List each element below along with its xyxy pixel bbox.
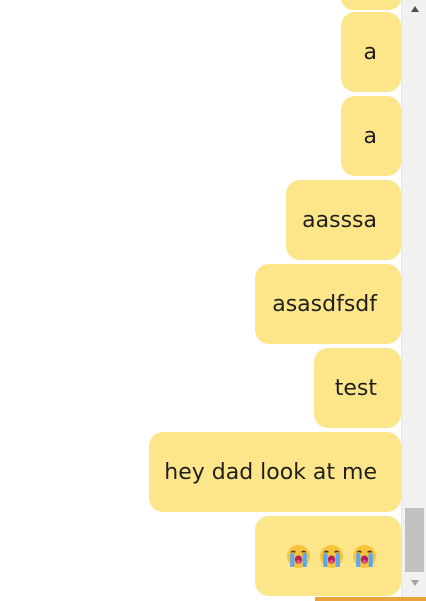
message-bubble: aasssa	[286, 180, 401, 260]
message-bubble: a	[341, 12, 401, 92]
loudly-crying-face-icon	[320, 544, 343, 568]
scroll-up-button[interactable]	[402, 0, 426, 18]
scrollbar-thumb[interactable]	[405, 508, 424, 572]
chat-viewport: a a aasssa asasdfsdf test hey dad look a…	[0, 0, 426, 601]
message-text: a	[363, 39, 377, 65]
message-bubble: a	[341, 96, 401, 176]
vertical-scrollbar[interactable]	[401, 0, 426, 601]
accent-bar	[315, 597, 426, 601]
message-bubble-partial	[341, 0, 401, 10]
message-text: aasssa	[302, 207, 377, 233]
message-text: a	[363, 123, 377, 149]
loudly-crying-face-icon	[353, 544, 376, 568]
triangle-up-icon	[410, 6, 419, 12]
scroll-down-button[interactable]	[402, 574, 426, 592]
message-bubble-emoji	[255, 516, 401, 596]
emoji-row	[286, 544, 377, 569]
message-text: test	[334, 375, 377, 401]
message-list: a a aasssa asasdfsdf test hey dad look a…	[0, 0, 401, 601]
message-text: hey dad look at me	[164, 459, 377, 485]
message-bubble: test	[314, 348, 401, 428]
message-text: asasdfsdf	[272, 291, 377, 317]
message-bubble: asasdfsdf	[255, 264, 401, 344]
message-bubble: hey dad look at me	[149, 432, 401, 512]
triangle-down-icon	[410, 580, 419, 586]
loudly-crying-face-icon	[287, 544, 310, 568]
